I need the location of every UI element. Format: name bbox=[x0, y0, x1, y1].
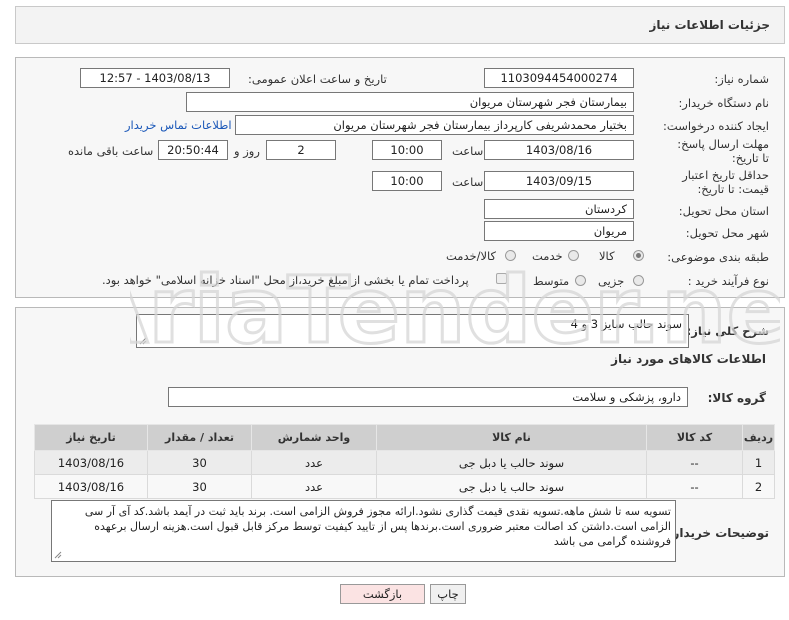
goods-table: ردیف کد کالا نام کالا واحد شمارش تعداد /… bbox=[34, 424, 775, 499]
remaining-time-field: 20:50:44 bbox=[158, 140, 228, 160]
goods-group-field: دارو، پزشکی و سلامت bbox=[168, 387, 688, 407]
deadline-date-field: 1403/08/16 bbox=[484, 140, 634, 160]
cell-date: 1403/08/16 bbox=[34, 450, 148, 475]
category-radio-goods[interactable] bbox=[633, 250, 644, 261]
purchase-radio-minor[interactable] bbox=[633, 275, 644, 286]
buyer-notes-field: تسویه سه تا شش ماهه.تسویه نقدی قیمت گذار… bbox=[51, 500, 676, 562]
announce-date-label: تاریخ و ساعت اعلان عمومی: bbox=[248, 72, 387, 86]
description-label: شرح کلی نیاز: bbox=[686, 324, 769, 338]
province-field: کردستان bbox=[484, 199, 634, 219]
table-header-row: ردیف کد کالا نام کالا واحد شمارش تعداد /… bbox=[34, 424, 775, 451]
deadline-time-label: ساعت bbox=[452, 144, 484, 158]
goods-group-label: گروه کالا: bbox=[707, 391, 766, 405]
print-button[interactable]: چاپ bbox=[430, 584, 466, 604]
buyer-contact-link[interactable]: اطلاعات تماس خریدار bbox=[125, 118, 232, 132]
buyer-org-label: نام دستگاه خریدار: bbox=[678, 96, 769, 110]
treasury-payment-text: پرداخت تمام یا بخشی از مبلغ خرید،از محل … bbox=[102, 273, 469, 287]
treasury-payment-checkbox[interactable] bbox=[496, 273, 507, 284]
remaining-label: ساعت باقی مانده bbox=[68, 144, 154, 158]
buyer-notes-text: تسویه سه تا شش ماهه.تسویه نقدی قیمت گذار… bbox=[84, 505, 671, 548]
city-label: شهر محل تحویل: bbox=[685, 226, 769, 240]
need-number-label: شماره نیاز: bbox=[714, 72, 769, 86]
goods-info-title: اطلاعات کالاهای مورد نیاز bbox=[611, 352, 766, 366]
category-radio-goods-service[interactable] bbox=[505, 250, 516, 261]
purchase-medium-label: متوسط bbox=[533, 274, 570, 288]
price-validity-time-field: 10:00 bbox=[372, 171, 442, 191]
cell-name: سوند حالب یا دبل جی bbox=[376, 474, 647, 499]
province-label: استان محل تحویل: bbox=[678, 204, 769, 218]
table-row: 1 -- سوند حالب یا دبل جی عدد 30 1403/08/… bbox=[34, 450, 775, 475]
days-label: روز و bbox=[234, 144, 260, 158]
cell-qty: 30 bbox=[147, 450, 252, 475]
cell-date: 1403/08/16 bbox=[34, 474, 148, 499]
category-goods-label: کالا bbox=[599, 249, 615, 263]
description-field: سوند حالب سایز 3 و 4 bbox=[136, 314, 689, 348]
category-goods-service-label: کالا/خدمت bbox=[446, 249, 497, 263]
category-service-label: خدمت bbox=[532, 249, 563, 263]
deadline-time-field: 10:00 bbox=[372, 140, 442, 160]
resize-handle-icon[interactable] bbox=[54, 551, 62, 559]
cell-unit: عدد bbox=[251, 450, 377, 475]
category-radio-service[interactable] bbox=[568, 250, 579, 261]
col-date-header: تاریخ نیاز bbox=[34, 424, 148, 451]
col-qty-header: تعداد / مقدار bbox=[147, 424, 252, 451]
price-validity-date-field: 1403/09/15 bbox=[484, 171, 634, 191]
announce-date-field: 1403/08/13 - 12:57 bbox=[80, 68, 230, 88]
cell-row: 2 bbox=[742, 474, 775, 499]
requester-field: بختیار محمدشریفی کارپرداز بیمارستان فجر … bbox=[235, 115, 634, 135]
purchase-radio-medium[interactable] bbox=[575, 275, 586, 286]
table-row: 2 -- سوند حالب یا دبل جی عدد 30 1403/08/… bbox=[34, 474, 775, 499]
deadline-label: مهلت ارسال پاسخ: تا تاریخ: bbox=[677, 137, 769, 165]
purchase-type-label: نوع فرآیند خرید : bbox=[687, 274, 769, 288]
back-button[interactable]: بازگشت bbox=[340, 584, 425, 604]
cell-code: -- bbox=[646, 450, 743, 475]
price-validity-label: حداقل تاریخ اعتبار قیمت: تا تاریخ: bbox=[682, 168, 769, 196]
cell-row: 1 bbox=[742, 450, 775, 475]
page-header: جزئیات اطلاعات نیاز bbox=[15, 6, 785, 44]
deadline-days-field: 2 bbox=[266, 140, 336, 160]
resize-handle-icon[interactable] bbox=[139, 337, 147, 345]
requester-label: ایجاد کننده درخواست: bbox=[663, 119, 769, 133]
cell-unit: عدد bbox=[251, 474, 377, 499]
col-code-header: کد کالا bbox=[646, 424, 743, 451]
col-row-header: ردیف bbox=[742, 424, 775, 451]
description-text: سوند حالب سایز 3 و 4 bbox=[570, 317, 682, 331]
city-field: مریوان bbox=[484, 221, 634, 241]
need-number-field: 1103094454000274 bbox=[484, 68, 634, 88]
cell-name: سوند حالب یا دبل جی bbox=[376, 450, 647, 475]
category-label: طبقه بندی موضوعی: bbox=[667, 250, 769, 264]
page-title: جزئیات اطلاعات نیاز bbox=[649, 18, 770, 32]
price-validity-time-label: ساعت bbox=[452, 175, 484, 189]
col-name-header: نام کالا bbox=[376, 424, 647, 451]
purchase-minor-label: جزیی bbox=[598, 274, 625, 288]
cell-qty: 30 bbox=[147, 474, 252, 499]
buyer-org-field: بیمارستان فجر شهرستان مریوان bbox=[186, 92, 634, 112]
cell-code: -- bbox=[646, 474, 743, 499]
col-unit-header: واحد شمارش bbox=[251, 424, 377, 451]
buyer-notes-label: توضیحات خریدار: bbox=[667, 526, 769, 540]
